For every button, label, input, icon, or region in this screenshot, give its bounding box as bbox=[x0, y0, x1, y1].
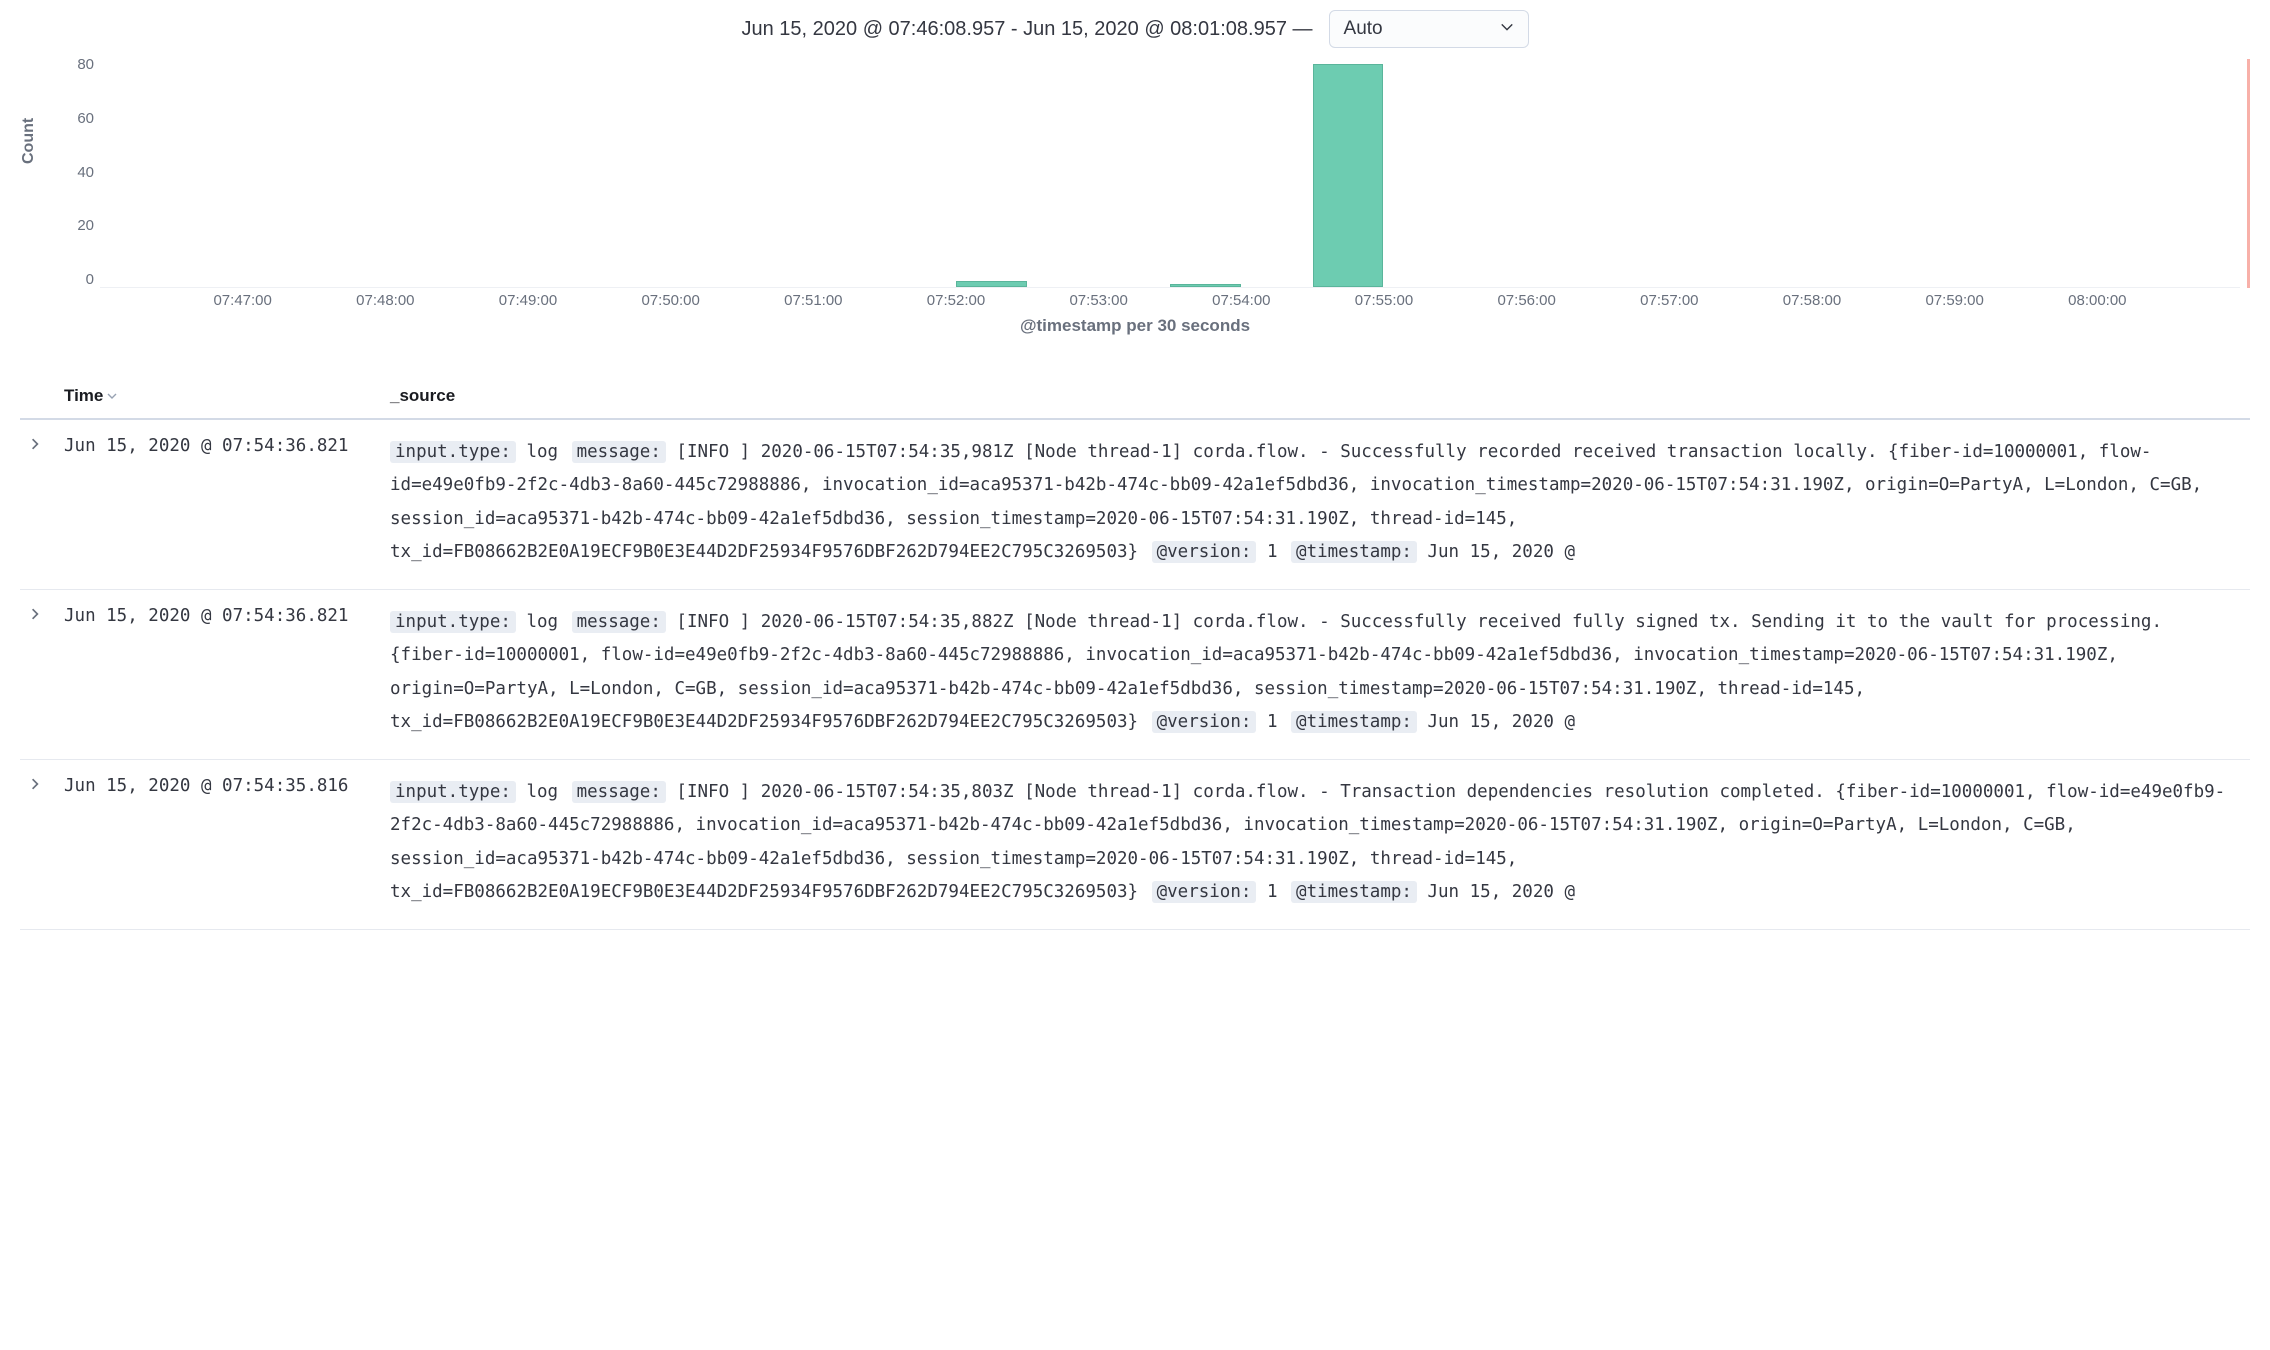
chart-edge-marker bbox=[2247, 59, 2250, 288]
source-cell: input.type: log message: [INFO ] 2020-06… bbox=[390, 776, 2250, 909]
histogram-bar[interactable] bbox=[956, 281, 1026, 287]
chart-xlabel: @timestamp per 30 seconds bbox=[20, 316, 2250, 336]
time-cell: Jun 15, 2020 @ 07:54:36.821 bbox=[50, 606, 390, 739]
xtick: 07:56:00 bbox=[1497, 292, 1555, 309]
field-label: message: bbox=[572, 781, 666, 803]
chart-ylabel: Count bbox=[20, 117, 38, 163]
expand-row-icon[interactable] bbox=[20, 606, 50, 739]
xtick: 07:51:00 bbox=[784, 292, 842, 309]
sort-desc-icon bbox=[107, 386, 117, 406]
histogram-bar[interactable] bbox=[1313, 64, 1383, 287]
field-value: log bbox=[516, 782, 569, 802]
field-label: message: bbox=[572, 611, 666, 633]
column-source[interactable]: _source bbox=[390, 386, 2250, 406]
table-header: Time _source bbox=[20, 376, 2250, 420]
chart-plot-area bbox=[100, 61, 2240, 288]
source-cell: input.type: log message: [INFO ] 2020-06… bbox=[390, 606, 2250, 739]
histogram-bar[interactable] bbox=[1170, 284, 1240, 287]
table-row: Jun 15, 2020 @ 07:54:35.816input.type: l… bbox=[20, 760, 2250, 930]
field-value: log bbox=[516, 612, 569, 632]
xtick: 07:54:00 bbox=[1212, 292, 1270, 309]
xtick: 07:48:00 bbox=[356, 292, 414, 309]
ytick: 0 bbox=[86, 271, 94, 288]
xtick: 07:58:00 bbox=[1783, 292, 1841, 309]
interval-value: Auto bbox=[1344, 18, 1383, 40]
ytick: 60 bbox=[77, 110, 94, 127]
xtick: 07:59:00 bbox=[1925, 292, 1983, 309]
field-value: Jun 15, 2020 @ bbox=[1417, 712, 1575, 732]
histogram-header: Jun 15, 2020 @ 07:46:08.957 - Jun 15, 20… bbox=[20, 10, 2250, 48]
column-source-label: _source bbox=[390, 386, 455, 405]
field-label: @version: bbox=[1152, 881, 1257, 903]
field-label: @timestamp: bbox=[1291, 541, 1417, 563]
ytick: 20 bbox=[77, 217, 94, 234]
chart-xaxis: 07:47:00 07:48:00 07:49:00 07:50:00 07:51:00… bbox=[100, 292, 2240, 312]
ytick: 40 bbox=[77, 164, 94, 181]
xtick: 07:57:00 bbox=[1640, 292, 1698, 309]
field-value: 1 bbox=[1256, 882, 1288, 902]
ytick: 80 bbox=[77, 56, 94, 73]
field-label: @version: bbox=[1152, 711, 1257, 733]
table-row: Jun 15, 2020 @ 07:54:36.821input.type: l… bbox=[20, 590, 2250, 760]
xtick: 07:47:00 bbox=[213, 292, 271, 309]
field-label: @timestamp: bbox=[1291, 881, 1417, 903]
xtick: 07:50:00 bbox=[641, 292, 699, 309]
expand-row-icon[interactable] bbox=[20, 436, 50, 569]
time-cell: Jun 15, 2020 @ 07:54:35.816 bbox=[50, 776, 390, 909]
time-range-label: Jun 15, 2020 @ 07:46:08.957 - Jun 15, 20… bbox=[741, 18, 1312, 41]
column-time[interactable]: Time bbox=[50, 386, 390, 406]
field-value: 1 bbox=[1256, 712, 1288, 732]
field-label: input.type: bbox=[390, 611, 516, 633]
field-label: message: bbox=[572, 441, 666, 463]
histogram-chart[interactable]: Count 0 20 40 60 80 07:47:00 07:48:00 07:49:00… bbox=[20, 56, 2250, 336]
field-label: @timestamp: bbox=[1291, 711, 1417, 733]
table-row: Jun 15, 2020 @ 07:54:36.821input.type: l… bbox=[20, 420, 2250, 590]
xtick: 07:52:00 bbox=[927, 292, 985, 309]
xtick: 07:53:00 bbox=[1069, 292, 1127, 309]
field-label: input.type: bbox=[390, 781, 516, 803]
field-value: 1 bbox=[1256, 542, 1288, 562]
field-label: input.type: bbox=[390, 441, 516, 463]
field-label: @version: bbox=[1152, 541, 1257, 563]
chevron-down-icon bbox=[1500, 18, 1514, 40]
chart-yaxis: 0 20 40 60 80 bbox=[64, 56, 94, 288]
interval-select[interactable]: Auto bbox=[1329, 10, 1529, 48]
source-cell: input.type: log message: [INFO ] 2020-06… bbox=[390, 436, 2250, 569]
field-value: Jun 15, 2020 @ bbox=[1417, 882, 1575, 902]
xtick: 07:49:00 bbox=[499, 292, 557, 309]
time-cell: Jun 15, 2020 @ 07:54:36.821 bbox=[50, 436, 390, 569]
field-value: Jun 15, 2020 @ bbox=[1417, 542, 1575, 562]
documents-table: Time _source Jun 15, 2020 @ 07:54:36.821… bbox=[20, 376, 2250, 930]
xtick: 08:00:00 bbox=[2068, 292, 2126, 309]
expand-row-icon[interactable] bbox=[20, 776, 50, 909]
xtick: 07:55:00 bbox=[1355, 292, 1413, 309]
column-time-label: Time bbox=[64, 386, 103, 406]
field-value: log bbox=[516, 442, 569, 462]
